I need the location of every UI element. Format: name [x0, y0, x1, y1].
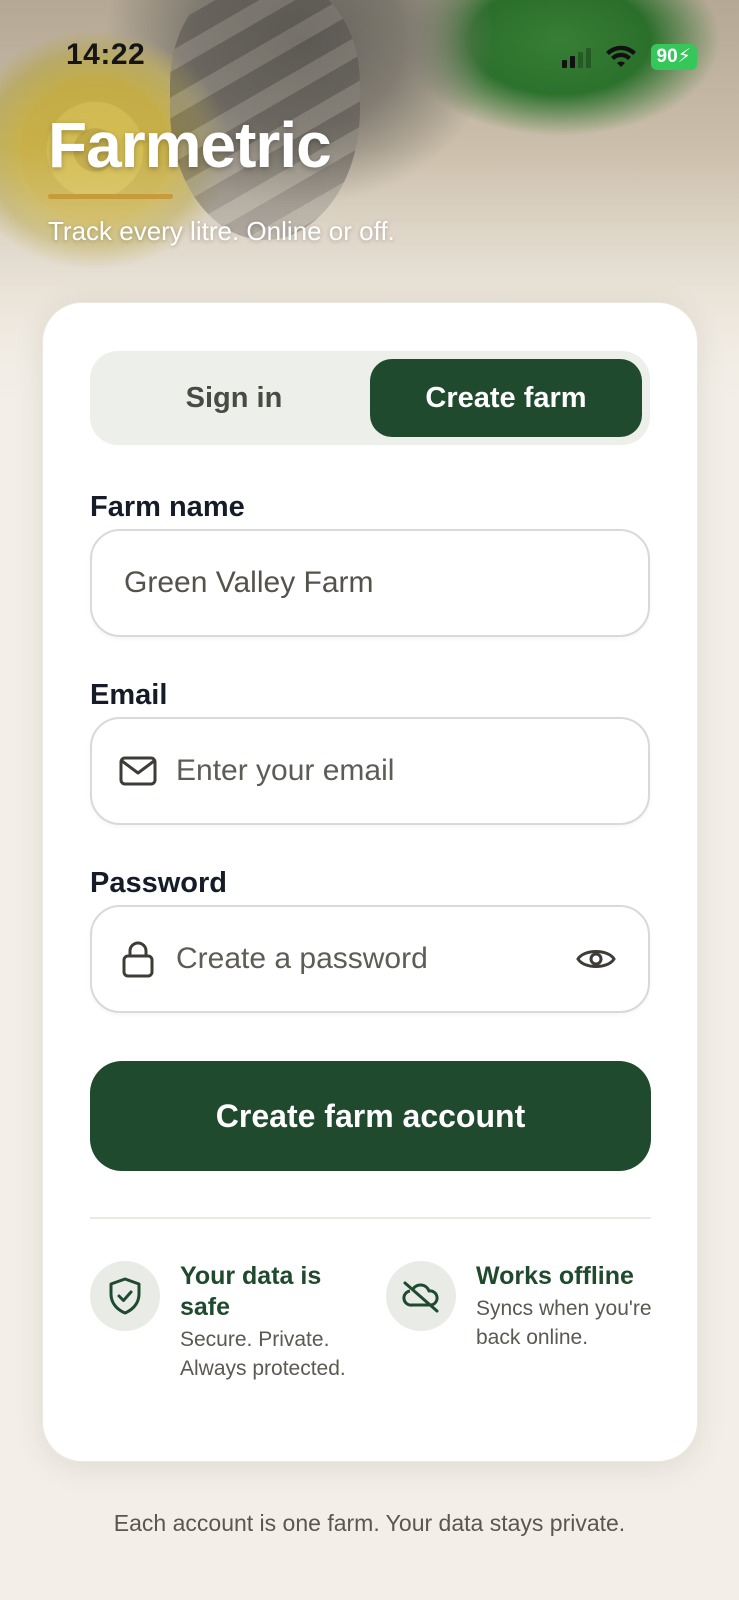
tab-sign-in[interactable]: Sign in	[98, 359, 370, 437]
feature-badge	[90, 1261, 160, 1331]
app-tagline: Track every litre. Online or off.	[48, 216, 395, 246]
email-field-container	[90, 717, 650, 825]
shield-check-icon	[109, 1277, 141, 1315]
app-title: Farmetric	[48, 109, 332, 181]
password-label: Password	[90, 867, 227, 899]
feature-text: Works offline Syncs when you're back onl…	[476, 1261, 656, 1352]
feature-description: Secure. Private. Always protected.	[180, 1328, 346, 1380]
email-label: Email	[90, 679, 168, 711]
status-time: 14:22	[66, 38, 146, 71]
battery-level: 90	[656, 46, 678, 67]
show-password-toggle[interactable]	[574, 939, 618, 979]
farm-name-input[interactable]	[124, 531, 648, 635]
feature-title: Works offline	[476, 1262, 634, 1290]
title-underline	[48, 194, 173, 199]
farm-name-label: Farm name	[90, 491, 245, 523]
wifi-icon	[605, 45, 636, 67]
eye-icon	[576, 950, 616, 968]
feature-text: Your data is safe Secure. Private. Alway…	[180, 1261, 360, 1383]
create-farm-account-button[interactable]: Create farm account	[90, 1061, 651, 1171]
password-input[interactable]	[176, 907, 574, 1011]
email-input[interactable]	[176, 719, 648, 823]
password-field-container	[90, 905, 650, 1013]
feature-title: Your data is safe	[180, 1262, 322, 1321]
feature-description: Syncs when you're back online.	[476, 1297, 652, 1349]
cloud-off-icon	[402, 1281, 439, 1313]
mail-icon	[118, 751, 158, 791]
tab-create-farm[interactable]: Create farm	[370, 359, 642, 437]
auth-card: Sign in Create farm Farm name Email Pass…	[42, 302, 698, 1462]
charging-bolt-icon: ⚡	[677, 46, 691, 67]
lock-icon	[118, 939, 158, 979]
farm-name-field-container	[90, 529, 650, 637]
feature-works-offline: Works offline Syncs when you're back onl…	[386, 1261, 656, 1352]
feature-badge	[386, 1261, 456, 1331]
auth-tabs: Sign in Create farm	[90, 351, 650, 445]
feature-data-safe: Your data is safe Secure. Private. Alway…	[90, 1261, 360, 1383]
cellular-signal-icon	[561, 46, 591, 68]
divider	[90, 1217, 651, 1219]
footer-note: Each account is one farm. Your data stay…	[113, 1510, 626, 1536]
status-icons: 90⚡	[561, 44, 697, 70]
battery-indicator: 90⚡	[650, 44, 697, 70]
